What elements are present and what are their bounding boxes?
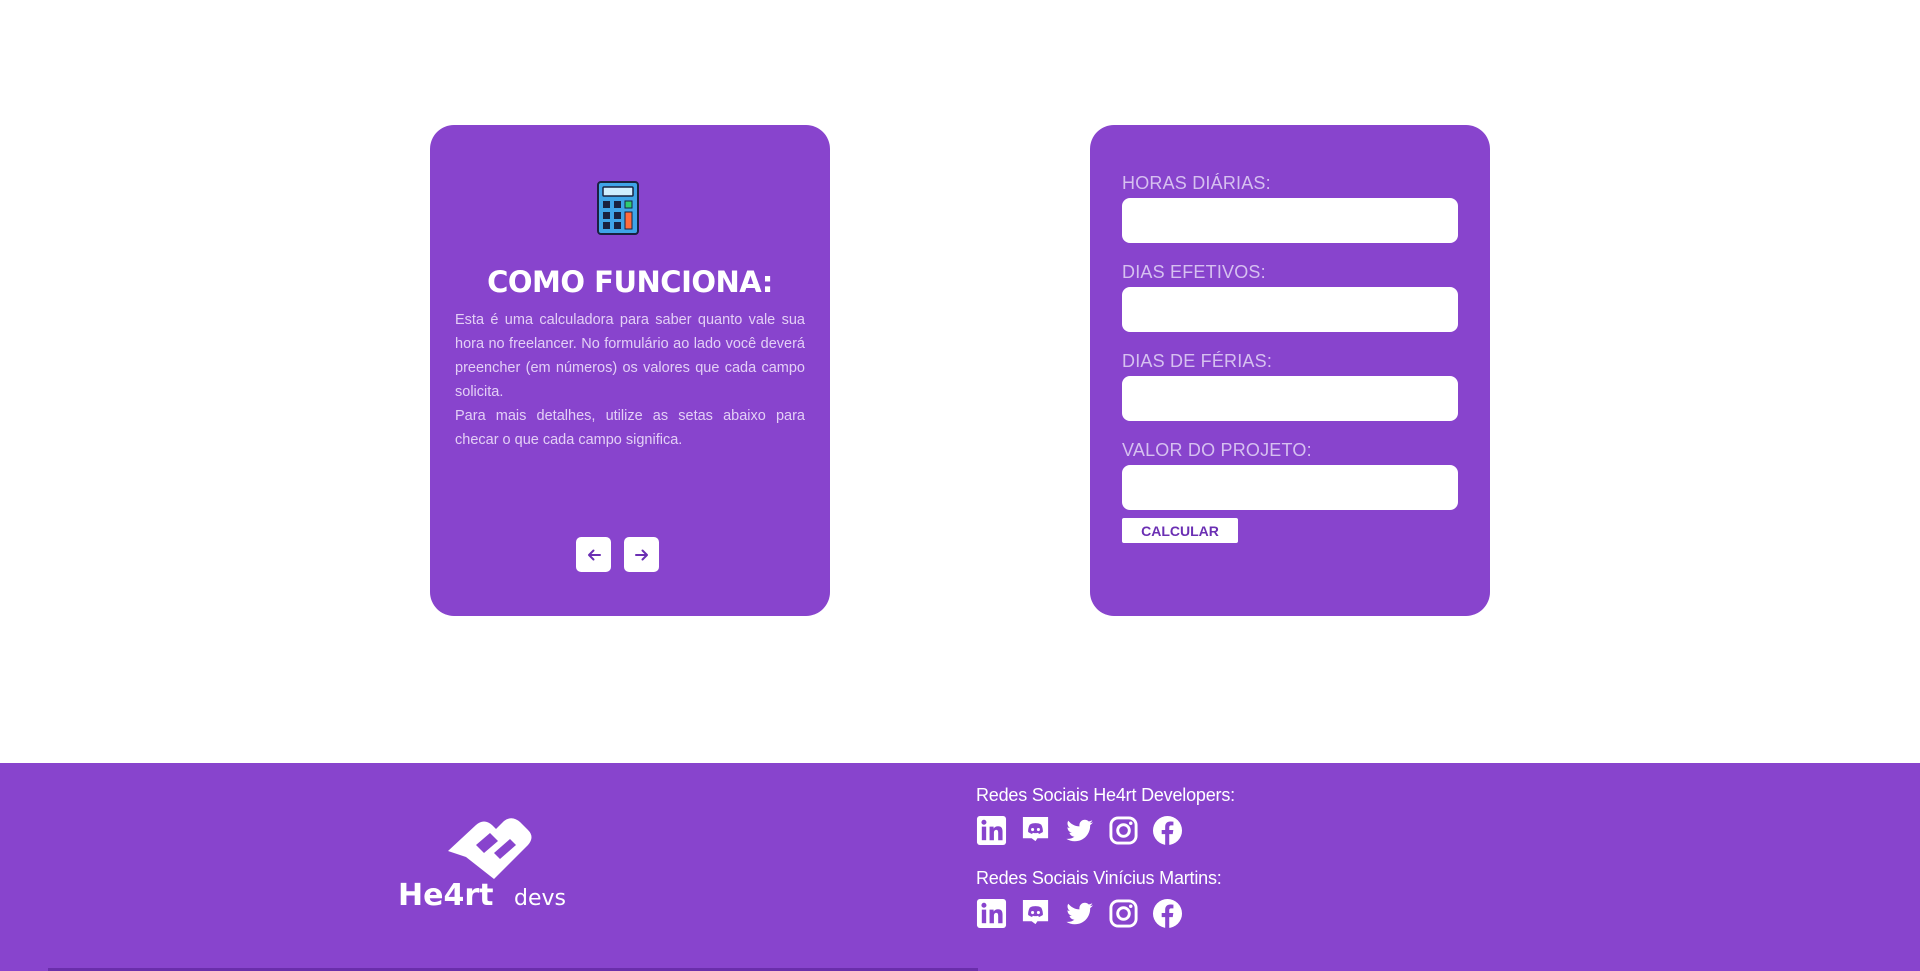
info-paragraph: Para mais detalhes, utilize as setas aba… — [455, 408, 805, 448]
social-title-vinicius: Redes Sociais Vinícius Martins: — [976, 868, 1222, 888]
field-dias-ferias: DIAS DE FÉRIAS: — [1122, 351, 1458, 421]
footer: He4rt devs Redes Sociais He4rt Developer… — [0, 763, 1920, 971]
discord-icon[interactable] — [1020, 898, 1051, 929]
dias-ferias-input[interactable] — [1122, 376, 1458, 421]
he4rt-logo[interactable]: He4rt devs — [398, 813, 570, 915]
svg-text:He4rt: He4rt — [398, 878, 493, 913]
field-label: HORAS DIÁRIAS: — [1122, 173, 1271, 193]
field-label: DIAS DE FÉRIAS: — [1122, 351, 1273, 371]
field-label: VALOR DO PROJETO: — [1122, 440, 1312, 460]
social-title-he4rt: Redes Sociais He4rt Developers: — [976, 785, 1235, 805]
facebook-icon[interactable] — [1152, 815, 1183, 846]
carousel-controls — [576, 537, 659, 572]
calculate-button[interactable]: CALCULAR — [1122, 518, 1238, 543]
twitter-icon[interactable] — [1064, 898, 1095, 929]
dias-efetivos-input[interactable] — [1122, 287, 1458, 332]
instagram-icon[interactable] — [1108, 815, 1139, 846]
info-paragraph: Esta é uma calculadora para saber quanto… — [455, 312, 805, 400]
next-button[interactable] — [624, 537, 659, 572]
linkedin-icon[interactable] — [976, 898, 1007, 929]
field-horas-diarias: HORAS DIÁRIAS: — [1122, 173, 1458, 243]
info-title: COMO FUNCIONA: — [487, 265, 773, 299]
facebook-icon[interactable] — [1152, 898, 1183, 929]
twitter-icon[interactable] — [1064, 815, 1095, 846]
info-description: Esta é uma calculadora para saber quanto… — [455, 308, 805, 452]
field-valor-projeto: VALOR DO PROJETO: — [1122, 440, 1458, 510]
arrow-left-icon — [587, 549, 601, 560]
info-card: COMO FUNCIONA: Esta é uma calculadora pa… — [430, 125, 830, 616]
social-links-he4rt — [976, 815, 1183, 846]
valor-projeto-input[interactable] — [1122, 465, 1458, 510]
field-dias-efetivos: DIAS EFETIVOS: — [1122, 262, 1458, 332]
social-links-vinicius — [976, 898, 1183, 929]
calculator-form: HORAS DIÁRIAS: DIAS EFETIVOS: DIAS DE FÉ… — [1090, 125, 1490, 616]
arrow-right-icon — [634, 549, 648, 560]
linkedin-icon[interactable] — [976, 815, 1007, 846]
instagram-icon[interactable] — [1108, 898, 1139, 929]
horas-diarias-input[interactable] — [1122, 198, 1458, 243]
field-label: DIAS EFETIVOS: — [1122, 262, 1266, 282]
calculator-icon — [597, 181, 639, 235]
discord-icon[interactable] — [1020, 815, 1051, 846]
svg-text:devs: devs — [514, 886, 566, 911]
previous-button[interactable] — [576, 537, 611, 572]
